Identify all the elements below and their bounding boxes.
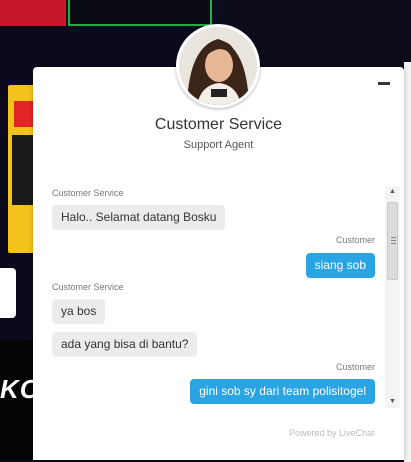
banner-red-segment xyxy=(0,0,66,26)
background-right-strip xyxy=(404,62,411,462)
message-incoming: ya bos xyxy=(52,299,106,324)
message-outgoing: siang sob xyxy=(305,253,375,278)
scroll-thumb[interactable] xyxy=(387,202,398,280)
message-sender: Customer xyxy=(335,235,375,245)
scroll-down-icon[interactable]: ▼ xyxy=(385,396,400,408)
agent-name: Customer Service xyxy=(154,116,283,133)
powered-by-link[interactable]: Powered by LiveChat xyxy=(289,428,375,438)
message-outgoing: gini sob sy dari team polisitogel xyxy=(190,379,375,404)
message-sender: Customer Service xyxy=(52,282,124,292)
chat-scrollbar[interactable]: ▲ ▼ xyxy=(385,186,400,408)
message-incoming: Halo.. Selamat datang Bosku xyxy=(52,205,226,230)
message-sender: Customer xyxy=(335,362,375,372)
message-sender: Customer Service xyxy=(52,188,124,198)
banner-green-segment xyxy=(68,0,212,26)
message-incoming: ada yang bisa di bantu? xyxy=(52,332,198,357)
agent-role: Support Agent xyxy=(183,139,254,151)
background-input-box[interactable] xyxy=(0,268,16,318)
agent-avatar xyxy=(176,24,260,108)
minimize-button[interactable] xyxy=(378,82,390,85)
agent-photo-icon xyxy=(179,27,257,105)
background-banner-top xyxy=(0,0,228,28)
scroll-up-icon[interactable]: ▲ xyxy=(385,186,400,198)
